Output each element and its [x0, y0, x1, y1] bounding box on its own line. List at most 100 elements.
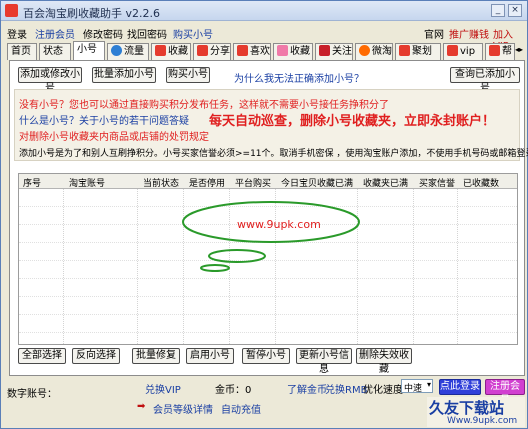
menu-official-site[interactable]: 官网	[424, 26, 444, 41]
juhuasuan-icon	[399, 45, 410, 56]
tab-status[interactable]: 状态	[39, 43, 71, 60]
coins-display: 金币：0	[215, 385, 252, 396]
menu-change-password[interactable]: 修改密码	[83, 26, 123, 41]
row-divider	[19, 278, 517, 279]
col-folder-full[interactable]: 收藏夹已满	[363, 176, 408, 189]
arrow-right-icon: ➡	[137, 401, 146, 412]
like-icon	[237, 45, 248, 56]
close-button[interactable]: ×	[508, 4, 522, 17]
speed-select[interactable]: 中速 ▾	[401, 379, 433, 394]
menu-promote[interactable]: 推广赚钱	[449, 26, 489, 41]
tab-collect[interactable]: 收藏	[273, 43, 313, 60]
exchange-rmb-link[interactable]: 兑换RMB	[325, 381, 367, 396]
query-added-button[interactable]: 查询已添加小号	[450, 67, 520, 94]
column-divider	[63, 189, 64, 344]
enable-account-button[interactable]: 启用小号	[186, 348, 234, 364]
menu-login[interactable]: 登录	[7, 26, 27, 41]
row-divider	[19, 332, 517, 333]
tab-label: 流量	[124, 46, 144, 57]
follow-icon	[319, 45, 330, 56]
site-banner-url: Www.9upk.com	[447, 416, 518, 426]
select-all-button[interactable]: 全部选择	[18, 348, 66, 364]
minimize-button[interactable]: _	[491, 4, 505, 17]
col-buyer-reputation[interactable]: 买家信誉	[419, 176, 455, 189]
tab-favorite[interactable]: 收藏	[151, 43, 191, 60]
tab-label: 收藏	[168, 46, 188, 57]
info-box: 没有小号？您也可以通过直接购买积分发布任务，这样就不需要小号接任务挣积分了 什么…	[14, 89, 528, 161]
patrol-warning-text: 每天自动巡查，删除小号收藏夹，立即永封账户！	[209, 114, 496, 129]
col-disabled[interactable]: 是否停用	[189, 176, 225, 189]
info-faq-link[interactable]: 什么是小号？关于小号的若干问题答疑	[19, 112, 189, 127]
heart-icon	[277, 45, 288, 56]
tab-bar: 首页 状态 小号 流量 收藏 分享 喜欢 收藏 关注 微淘 聚划算 vip站 帮…	[3, 41, 525, 72]
col-taobao-account[interactable]: 淘宝账号	[69, 176, 105, 189]
site-banner-title: 久友下载站	[429, 399, 505, 417]
col-favorite-count[interactable]: 已收藏数	[463, 176, 499, 189]
about-coins-link[interactable]: 了解金币	[287, 381, 327, 396]
col-index[interactable]: 序号	[23, 176, 41, 189]
accounts-panel: 添加或修改小号 批量添加小号 购买小号 为什么我无法正确添加小号？ 查询已添加小…	[9, 60, 528, 376]
tab-help[interactable]: 帮	[485, 43, 515, 60]
speed-label: 优化速度	[363, 385, 403, 396]
tab-label: 关注	[332, 46, 352, 57]
batch-add-button[interactable]: 批量添加小号	[92, 67, 156, 83]
app-logo-icon	[5, 4, 18, 17]
app-window: 百会淘宝刷收藏助手 v2.2.6 _ × 登录 注册会员 修改密码 找回密码 购…	[0, 0, 528, 429]
watermark-bubble	[182, 201, 360, 272]
site-banner: 久友下载站 Www.9upk.com	[427, 397, 525, 427]
speed-select-value: 中速	[404, 384, 423, 394]
menu-bar: 登录 注册会员 修改密码 找回密码 购买小号 官网 推广赚钱 加入VIP	[1, 22, 527, 52]
update-info-button[interactable]: 更新小号信息	[296, 348, 352, 375]
row-divider	[19, 296, 517, 297]
menu-register[interactable]: 注册会员	[35, 26, 75, 41]
tab-accounts[interactable]: 小号	[73, 41, 105, 60]
register-button[interactable]: 注册会员	[485, 379, 525, 406]
globe-icon	[111, 45, 122, 56]
info-penalty-link[interactable]: 对删除小号收藏夹内商品或店铺的处罚规定	[19, 128, 209, 143]
tab-home[interactable]: 首页	[7, 43, 37, 60]
table-header: 序号 淘宝账号 当前状态 是否停用 平台购买 今日宝贝收藏已满 收藏夹已满 买家…	[19, 174, 517, 189]
menu-buy-accounts[interactable]: 购买小号	[173, 26, 213, 41]
menu-recover-password[interactable]: 找回密码	[127, 26, 167, 41]
add-help-link[interactable]: 为什么我无法正确添加小号？	[234, 70, 364, 85]
col-today-favorites-full[interactable]: 今日宝贝收藏已满	[281, 176, 353, 189]
row-divider	[19, 314, 517, 315]
exchange-vip-link[interactable]: 兑换VIP	[145, 381, 181, 396]
tab-juhuasuan[interactable]: 聚划算	[395, 43, 441, 72]
column-divider	[457, 189, 458, 344]
info-buy-points-text[interactable]: 没有小号？您也可以通过直接购买积分发布任务，这样就不需要小号接任务挣积分了	[19, 96, 389, 111]
tab-label: 状态	[43, 46, 63, 57]
batch-repair-button[interactable]: 批量修复	[132, 348, 180, 364]
tab-follow[interactable]: 关注	[315, 43, 353, 60]
col-current-status[interactable]: 当前状态	[143, 176, 179, 189]
delete-invalid-button[interactable]: 删除失效收藏	[356, 348, 412, 375]
column-divider	[413, 189, 414, 344]
tab-label: 收藏	[290, 46, 310, 57]
add-account-rules-text: 添加小号是为了和别人互刷挣积分。小号买家信誉必须>=11个。取消手机密保 ，使用…	[19, 149, 528, 159]
share-icon	[197, 45, 208, 56]
tab-scroll-icon[interactable]: ◂▸	[515, 45, 523, 54]
auto-recharge-link[interactable]: 自动充值	[221, 401, 261, 416]
tab-like[interactable]: 喜欢	[233, 43, 271, 60]
title-bar: 百会淘宝刷收藏助手 v2.2.6 _ ×	[1, 1, 527, 21]
tab-label: 分享	[210, 46, 230, 57]
add-modify-account-button[interactable]: 添加或修改小号	[18, 67, 82, 94]
accounts-table: 序号 淘宝账号 当前状态 是否停用 平台购买 今日宝贝收藏已满 收藏夹已满 买家…	[18, 173, 518, 345]
vip-icon	[447, 45, 458, 56]
tab-weitao[interactable]: 微淘	[355, 43, 393, 60]
help-icon	[489, 45, 500, 56]
tab-vip[interactable]: vip站	[443, 43, 483, 72]
buy-account-button[interactable]: 购买小号	[166, 67, 210, 83]
member-level-link[interactable]: 会员等级详情	[153, 401, 213, 416]
pause-account-button[interactable]: 暂停小号	[242, 348, 290, 364]
invert-selection-button[interactable]: 反向选择	[72, 348, 120, 364]
tab-label: 首页	[11, 46, 31, 57]
chevron-down-icon: ▾	[426, 380, 431, 389]
favorite-icon	[155, 45, 166, 56]
tab-share[interactable]: 分享	[193, 43, 231, 60]
login-button[interactable]: 点此登录	[439, 379, 481, 395]
tab-traffic[interactable]: 流量	[107, 43, 149, 60]
tab-label: 小号	[77, 44, 97, 55]
col-platform-purchase[interactable]: 平台购买	[235, 176, 271, 189]
weitao-icon	[359, 45, 370, 56]
